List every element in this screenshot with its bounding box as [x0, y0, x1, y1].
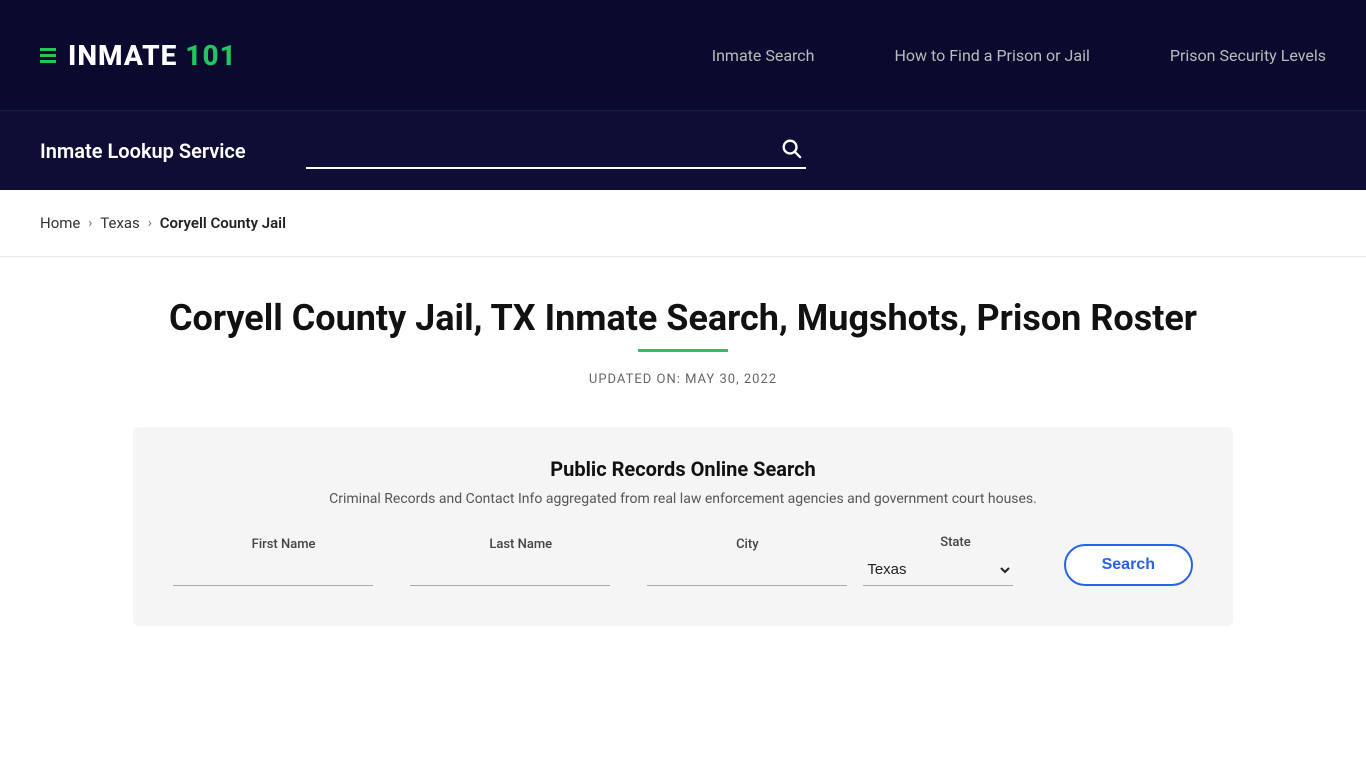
search-input[interactable]: [306, 139, 776, 157]
public-records-form: First Name Last Name City State AlabamaA…: [173, 535, 1193, 586]
breadcrumb-state[interactable]: Texas: [100, 214, 140, 232]
title-underline-decoration: [638, 349, 728, 352]
search-section: Inmate Lookup Service: [0, 110, 1366, 190]
nav-inmate-search[interactable]: Inmate Search: [712, 46, 815, 65]
city-label: City: [647, 537, 847, 552]
last-name-field: Last Name: [410, 537, 631, 586]
search-section-label: Inmate Lookup Service: [40, 139, 246, 163]
first-name-label: First Name: [173, 537, 394, 552]
city-field: City: [647, 537, 847, 586]
search-input-wrapper: [306, 133, 806, 169]
breadcrumb-home[interactable]: Home: [40, 214, 80, 232]
state-label: State: [863, 535, 1047, 550]
nav-security-levels[interactable]: Prison Security Levels: [1170, 46, 1326, 65]
public-records-title: Public Records Online Search: [173, 457, 1193, 481]
breadcrumb-separator-2: ›: [148, 216, 152, 231]
first-name-input[interactable]: [173, 556, 373, 586]
state-field: State AlabamaAlaskaArizonaArkansasCalifo…: [863, 535, 1047, 586]
search-button[interactable]: Search: [1064, 544, 1193, 586]
main-content: Coryell County Jail, TX Inmate Search, M…: [0, 257, 1366, 656]
search-icon: [780, 137, 802, 159]
last-name-input[interactable]: [410, 556, 610, 586]
page-title: Coryell County Jail, TX Inmate Search, M…: [169, 297, 1197, 339]
breadcrumb-separator-1: ›: [88, 216, 92, 231]
first-name-field: First Name: [173, 537, 394, 586]
state-select[interactable]: AlabamaAlaskaArizonaArkansasCaliforniaCo…: [863, 554, 1013, 586]
updated-date: UPDATED ON: MAY 30, 2022: [40, 372, 1326, 387]
logo[interactable]: INMATE 101: [40, 39, 237, 72]
top-navigation: INMATE 101 Inmate Search How to Find a P…: [0, 0, 1366, 110]
logo-highlight: 101: [185, 39, 236, 72]
city-input[interactable]: [647, 556, 847, 586]
nav-how-to-find[interactable]: How to Find a Prison or Jail: [895, 46, 1090, 65]
logo-bars-icon: [40, 48, 56, 63]
logo-text: INMATE 101: [68, 39, 237, 72]
breadcrumb-current-page: Coryell County Jail: [160, 214, 286, 232]
nav-links-container: Inmate Search How to Find a Prison or Ja…: [712, 46, 1326, 65]
breadcrumb: Home › Texas › Coryell County Jail: [0, 190, 1366, 257]
search-icon-button[interactable]: [776, 133, 806, 163]
public-records-description: Criminal Records and Contact Info aggreg…: [173, 491, 1193, 507]
last-name-label: Last Name: [410, 537, 631, 552]
public-records-box: Public Records Online Search Criminal Re…: [133, 427, 1233, 626]
